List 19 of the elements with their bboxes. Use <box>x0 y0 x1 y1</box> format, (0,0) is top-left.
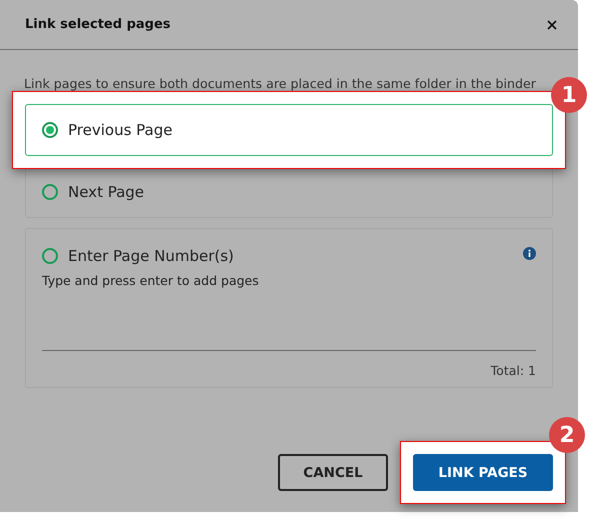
radio-button[interactable] <box>42 122 58 138</box>
option-card[interactable]: Next Page <box>25 166 553 218</box>
radio-button[interactable] <box>42 184 58 200</box>
option-label: Previous Page <box>68 121 174 139</box>
callout-badge: 2 <box>549 417 585 453</box>
callout-badge: 1 <box>551 77 587 113</box>
cancel-button[interactable]: CANCEL <box>278 454 388 491</box>
radio-button[interactable] <box>42 248 58 264</box>
option-label: Enter Page Number(s) <box>68 247 235 265</box>
close-icon[interactable] <box>547 20 557 30</box>
option-card[interactable]: Previous Page <box>25 104 553 156</box>
dialog-title: Link selected pages <box>25 17 171 32</box>
description-text: Link pages to ensure both documents are placed in the same folder in the binder <box>24 76 537 91</box>
info-icon[interactable] <box>523 246 536 260</box>
link-pages-button[interactable]: LINK PAGES <box>413 454 553 491</box>
option-label: Next Page <box>68 183 146 201</box>
total-text: Total: 1 <box>490 363 536 378</box>
hint-text: Type and press enter to add pages <box>42 273 260 288</box>
option-card[interactable]: Enter Page Number(s) Type and press enter to add pages Total: 1 <box>25 228 553 388</box>
